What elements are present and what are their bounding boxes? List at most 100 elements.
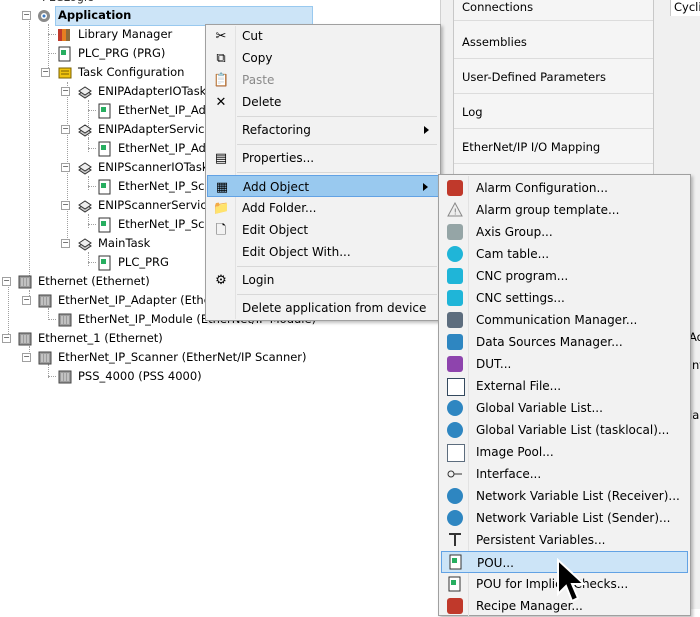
tab-log[interactable]: Log [462, 105, 483, 119]
menu-item-edit-object-with[interactable]: Edit Object With... [207, 241, 439, 263]
tab-ethernet-ip-io-mapping[interactable]: EtherNet/IP I/O Mapping [462, 140, 600, 154]
collapse-toggle[interactable]: − [22, 353, 31, 362]
image-pool-icon [447, 444, 465, 462]
collapse-toggle[interactable]: − [61, 125, 70, 134]
pou-icon [448, 554, 464, 570]
menu-item-copy[interactable]: ⧉ Copy [207, 47, 439, 69]
submenu-item-global-variable-list-tasklocal[interactable]: Global Variable List (tasklocal)... [441, 419, 688, 441]
tree-node-main-task[interactable]: MainTask [96, 234, 152, 253]
menu-item-delete[interactable]: ✕ Delete [207, 91, 439, 113]
tree-node-enip-adapter-io-task[interactable]: ENIPAdapterIOTask [96, 82, 208, 101]
submenu-item-data-sources-manager[interactable]: Data Sources Manager... [441, 331, 688, 353]
collapse-toggle[interactable]: − [61, 163, 70, 172]
submenu-item-cam-table[interactable]: Cam table... [441, 243, 688, 265]
submenu-item-dut[interactable]: DUT... [441, 353, 688, 375]
submenu-item-alarm-group-template[interactable]: ! Alarm group template... [441, 199, 688, 221]
menu-item-cut[interactable]: ✂ Cut [207, 25, 439, 47]
axis-group-icon [447, 224, 463, 240]
svg-text:!: ! [454, 208, 457, 217]
collapse-toggle[interactable]: − [61, 239, 70, 248]
tab-assemblies[interactable]: Assemblies [462, 35, 527, 49]
submenu-item-alarm-configuration[interactable]: Alarm Configuration... [441, 177, 688, 199]
pou-call-icon [97, 141, 111, 157]
tree-node-task-configuration[interactable]: Task Configuration [76, 63, 186, 82]
tab-connections[interactable]: Connections [462, 0, 533, 14]
submenu-item-interface[interactable]: Interface... [441, 463, 688, 485]
pou-call-icon [97, 103, 111, 119]
tree-node-plc-prg[interactable]: PLC_PRG (PRG) [76, 44, 167, 63]
submenu-item-cnc-settings[interactable]: CNC settings... [441, 287, 688, 309]
cnc-settings-icon [447, 290, 463, 306]
menu-item-properties[interactable]: ▤ Properties... [207, 147, 439, 169]
clipped-text: nf [692, 358, 700, 372]
collapse-toggle[interactable]: − [22, 296, 31, 305]
globe-tasklocal-icon [447, 422, 463, 438]
submenu-item-image-pool[interactable]: Image Pool... [441, 441, 688, 463]
task-configuration-icon [57, 65, 72, 79]
tree-node-pss-4000[interactable]: PSS_4000 (PSS 4000) [76, 367, 204, 386]
mouse-cursor-icon [556, 557, 590, 606]
external-file-icon [447, 378, 465, 396]
collapse-toggle[interactable]: − [41, 68, 50, 77]
submenu-item-network-variable-list-receiver[interactable]: Network Variable List (Receiver)... [441, 485, 688, 507]
copy-icon: ⧉ [216, 51, 226, 66]
menu-item-login[interactable]: ⚙ Login [207, 269, 439, 291]
menu-item-paste: 📋 Paste [213, 73, 275, 88]
globe-icon [447, 400, 463, 416]
paste-icon: 📋 [213, 73, 230, 88]
submenu-item-communication-manager[interactable]: Communication Manager... [441, 309, 688, 331]
submenu-item-persistent-variables[interactable]: Persistent Variables... [441, 529, 688, 551]
cam-table-icon [447, 246, 463, 262]
tree-node-main-task-plc-prg[interactable]: PLC_PRG [116, 253, 171, 272]
submenu-arrow-icon [423, 183, 428, 191]
properties-icon: ▤ [214, 151, 228, 166]
task-icon [77, 198, 92, 213]
tree-node-enip-scanner-io-task[interactable]: ENIPScannerIOTask [96, 158, 211, 177]
submenu-item-network-variable-list-sender[interactable]: Network Variable List (Sender)... [441, 507, 688, 529]
menu-item-add-folder[interactable]: 📁 Add Folder... [207, 197, 439, 219]
task-icon [77, 236, 92, 251]
persistent-variables-icon [447, 532, 463, 548]
tree-node-library-manager[interactable]: Library Manager [76, 25, 174, 44]
collapse-toggle[interactable]: − [2, 277, 11, 286]
folder-icon: 📁 [213, 201, 230, 216]
submenu-item-cnc-program[interactable]: CNC program... [441, 265, 688, 287]
menu-item-edit-object[interactable]: 🗋 Edit Object [207, 219, 439, 241]
collapse-toggle[interactable]: − [2, 334, 11, 343]
pou-call-icon [97, 255, 111, 271]
menu-item-delete-application-from-device[interactable]: Delete application from device [207, 297, 439, 319]
library-icon [57, 27, 71, 41]
tree-node-application[interactable]: Application [55, 6, 313, 26]
pou-implicit-checks-icon [447, 576, 463, 592]
submenu-item-axis-group[interactable]: Axis Group... [441, 221, 688, 243]
submenu-item-global-variable-list[interactable]: Global Variable List... [441, 397, 688, 419]
tree-node-ethernet-ip-adapter[interactable]: EtherNet_IP_Adapter (EtherN [56, 291, 226, 310]
tree-node-ethernet-ip-scanner[interactable]: EtherNet_IP_Scanner (EtherNet/IP Scanner… [56, 348, 309, 367]
cnc-program-icon [447, 268, 463, 284]
collapse-toggle[interactable]: − [61, 87, 70, 96]
interface-icon [447, 466, 463, 482]
login-icon: ⚙ [215, 273, 227, 288]
task-icon [77, 84, 92, 99]
menu-item-add-object[interactable]: ▦ Add Object [207, 175, 439, 197]
recipe-manager-icon [447, 598, 463, 614]
tree-node-ethernet[interactable]: Ethernet (Ethernet) [36, 272, 152, 291]
globe-sender-icon [447, 510, 463, 526]
submenu-item-external-file[interactable]: External File... [441, 375, 688, 397]
ethernet-ip-scanner-icon [37, 350, 52, 365]
ethernet-device-icon [17, 331, 32, 346]
ethernet-ip-module-icon [57, 312, 72, 327]
warning-triangle-icon: ! [447, 201, 463, 218]
tree-node-ethernet-1[interactable]: Ethernet_1 (Ethernet) [36, 329, 165, 348]
delete-icon: ✕ [215, 95, 227, 110]
collapse-toggle[interactable]: − [61, 201, 70, 210]
dut-icon [447, 356, 463, 372]
collapse-toggle[interactable]: − [22, 11, 31, 20]
globe-receiver-icon [447, 488, 463, 504]
ethernet-ip-adapter-icon [37, 293, 52, 308]
add-object-icon: ▦ [215, 180, 229, 195]
menu-item-refactoring[interactable]: Refactoring [207, 119, 439, 141]
tab-user-defined-parameters[interactable]: User-Defined Parameters [462, 70, 606, 84]
communication-manager-icon [447, 312, 463, 328]
pou-call-icon [97, 217, 111, 233]
